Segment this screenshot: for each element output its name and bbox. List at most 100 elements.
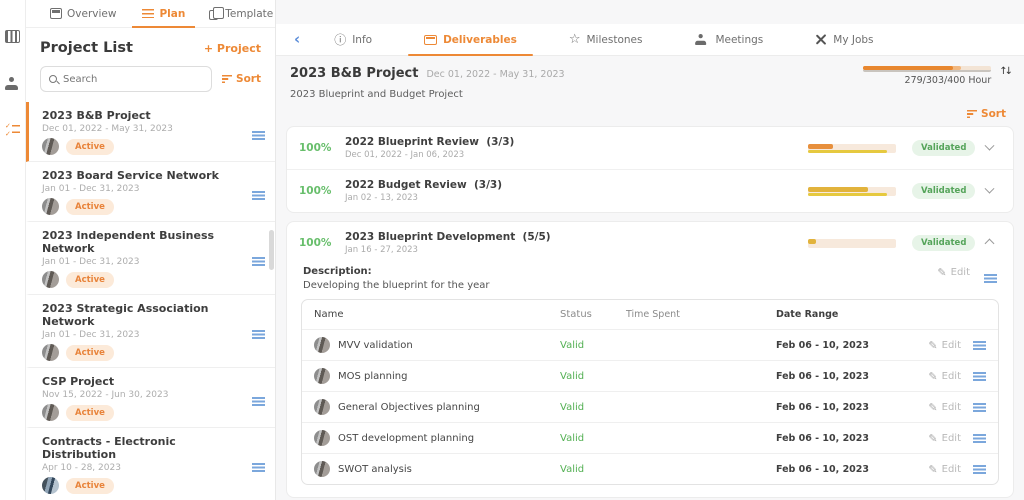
tab-meetings-label: Meetings — [715, 33, 764, 46]
edit-label: Edit — [941, 432, 961, 444]
deliverable-dates: Jan 16 - 27, 2023 — [345, 245, 418, 255]
deliverables-sort-button[interactable]: Sort — [967, 108, 1006, 120]
menu-icon[interactable] — [973, 371, 986, 381]
project-menu-icon[interactable] — [252, 330, 265, 339]
edit-button[interactable]: ✎ Edit — [928, 370, 961, 383]
edit-button[interactable]: ✎ Edit — [928, 339, 961, 352]
edit-button[interactable]: ✎ Edit — [928, 432, 961, 445]
avatar — [314, 368, 330, 384]
tab-meetings[interactable]: Meetings — [668, 24, 789, 55]
team-icon[interactable] — [5, 77, 20, 90]
top-tab-bar: Overview Plan Template — [26, 0, 275, 28]
project-dates: Jan 01 - Dec 31, 2023 — [42, 330, 140, 340]
task-name: SWOT analysis — [338, 463, 412, 475]
project-item[interactable]: Contracts - Electronic Distribution Apr … — [26, 428, 275, 500]
table-row[interactable]: MVV validation Valid Feb 06 - 10, 2023 ✎… — [302, 329, 998, 360]
task-date-range: Feb 06 - 10, 2023 — [776, 401, 870, 413]
deliverables-icon — [424, 34, 438, 45]
search-box[interactable] — [40, 66, 213, 92]
task-status: Valid — [560, 432, 585, 444]
menu-icon[interactable] — [973, 433, 986, 443]
pencil-icon: ✎ — [928, 369, 938, 383]
tab-template[interactable]: Template — [201, 0, 283, 27]
deliverable-progress-bar — [808, 238, 896, 248]
project-menu-icon[interactable] — [252, 130, 265, 140]
project-name: Contracts - Electronic Distribution — [42, 435, 176, 461]
deliverable-dates: Dec 01, 2022 - Jan 06, 2023 — [345, 150, 465, 160]
tab-overview-label: Overview — [67, 7, 117, 20]
template-icon — [209, 6, 224, 20]
project-item[interactable]: 2023 B&B Project Dec 01, 2022 - May 31, … — [26, 102, 275, 162]
menu-icon[interactable] — [984, 274, 997, 283]
detail-tab-bar: ‹ ⓘ Info Deliverables ☆ Milestones Meeti… — [276, 24, 1024, 56]
search-icon — [49, 75, 57, 83]
chevron-up-icon[interactable] — [984, 238, 995, 248]
avatar — [42, 198, 59, 215]
project-item[interactable]: 2023 Strategic Association Network Jan 0… — [26, 295, 275, 368]
sort-icon — [967, 110, 978, 118]
edit-button[interactable]: ✎ Edit — [937, 266, 970, 279]
deliverable-count: (3/3) — [473, 179, 503, 191]
menu-icon[interactable] — [973, 402, 986, 412]
tasks-icon[interactable] — [5, 122, 20, 138]
tab-milestones[interactable]: ☆ Milestones — [543, 24, 669, 55]
avatar — [314, 399, 330, 415]
tab-info[interactable]: ⓘ Info — [308, 24, 398, 55]
hours-label: 279/303/400 Hour — [904, 75, 992, 86]
search-input[interactable] — [63, 73, 204, 85]
project-subtitle: 2023 Blueprint and Budget Project — [290, 89, 463, 100]
chevron-down-icon[interactable] — [984, 183, 995, 194]
project-dates: Apr 10 - 28, 2023 — [42, 463, 121, 473]
add-project-button[interactable]: + Project — [204, 42, 261, 55]
chevron-down-icon[interactable] — [984, 140, 995, 151]
tab-overview[interactable]: Overview — [40, 0, 126, 27]
tab-plan[interactable]: Plan — [132, 0, 196, 28]
swap-arrows-icon[interactable]: ↑↓ — [999, 66, 1013, 77]
task-date-range: Feb 06 - 10, 2023 — [776, 370, 870, 382]
menu-icon[interactable] — [973, 340, 986, 350]
task-status: Valid — [560, 401, 585, 413]
table-row[interactable]: OST development planning Valid Feb 06 - … — [302, 422, 998, 453]
tab-deliverables-label: Deliverables — [443, 33, 517, 46]
avatar — [42, 477, 59, 494]
meetings-icon — [695, 33, 709, 46]
project-item[interactable]: 2023 Board Service Network Jan 01 - Dec … — [26, 162, 275, 222]
progress-percent: 100% — [299, 237, 332, 249]
back-chevron-icon[interactable]: ‹ — [286, 32, 308, 47]
col-time-spent: Time Spent — [626, 309, 680, 320]
table-header-row: Name Status Time Spent Date Range — [302, 300, 998, 329]
sort-label: Sort — [236, 73, 261, 85]
status-badge: Validated — [912, 183, 976, 199]
project-sort-button[interactable]: Sort — [222, 73, 261, 85]
col-name: Name — [314, 309, 344, 320]
edit-button[interactable]: ✎ Edit — [928, 401, 961, 414]
table-row[interactable]: SWOT analysis Valid Feb 06 - 10, 2023 ✎ E… — [302, 453, 998, 484]
project-list-scrollbar[interactable] — [269, 230, 274, 270]
deliverable-row[interactable]: 100% 2022 Blueprint Review (3/3) Dec 01,… — [287, 127, 1013, 169]
project-item[interactable]: 2023 Independent Business Network Jan 01… — [26, 222, 275, 295]
project-menu-icon[interactable] — [252, 463, 265, 472]
edit-label: Edit — [950, 267, 970, 278]
deliverable-row[interactable]: 100% 2023 Blueprint Development (5/5) Ja… — [287, 222, 1013, 264]
avatar — [314, 430, 330, 446]
col-status: Status — [560, 309, 592, 320]
project-menu-icon[interactable] — [252, 396, 265, 406]
tab-my-jobs[interactable]: My Jobs — [789, 24, 899, 55]
tab-deliverables[interactable]: Deliverables — [398, 24, 543, 56]
plan-icon — [142, 8, 155, 19]
project-item[interactable]: CSP Project Nov 15, 2022 - Jun 30, 2023 … — [26, 368, 275, 428]
deliverable-row[interactable]: 100% 2022 Budget Review (3/3) Jan 02 - 1… — [287, 169, 1013, 212]
table-row[interactable]: General Objectives planning Valid Feb 06… — [302, 391, 998, 422]
project-menu-icon[interactable] — [252, 257, 265, 266]
pencil-icon: ✎ — [928, 462, 938, 476]
project-menu-icon[interactable] — [252, 190, 265, 200]
tools-icon — [815, 34, 827, 45]
task-date-range: Feb 06 - 10, 2023 — [776, 339, 870, 351]
table-icon[interactable] — [5, 30, 20, 43]
edit-button[interactable]: ✎ Edit — [928, 463, 961, 476]
table-row[interactable]: MOS planning Valid Feb 06 - 10, 2023 ✎ Ed… — [302, 360, 998, 391]
deliverable-count: (5/5) — [522, 231, 551, 243]
menu-icon[interactable] — [973, 464, 986, 474]
detail-area: ‹ ⓘ Info Deliverables ☆ Milestones Meeti… — [276, 0, 1024, 500]
deliverable-progress-bar — [808, 143, 896, 153]
